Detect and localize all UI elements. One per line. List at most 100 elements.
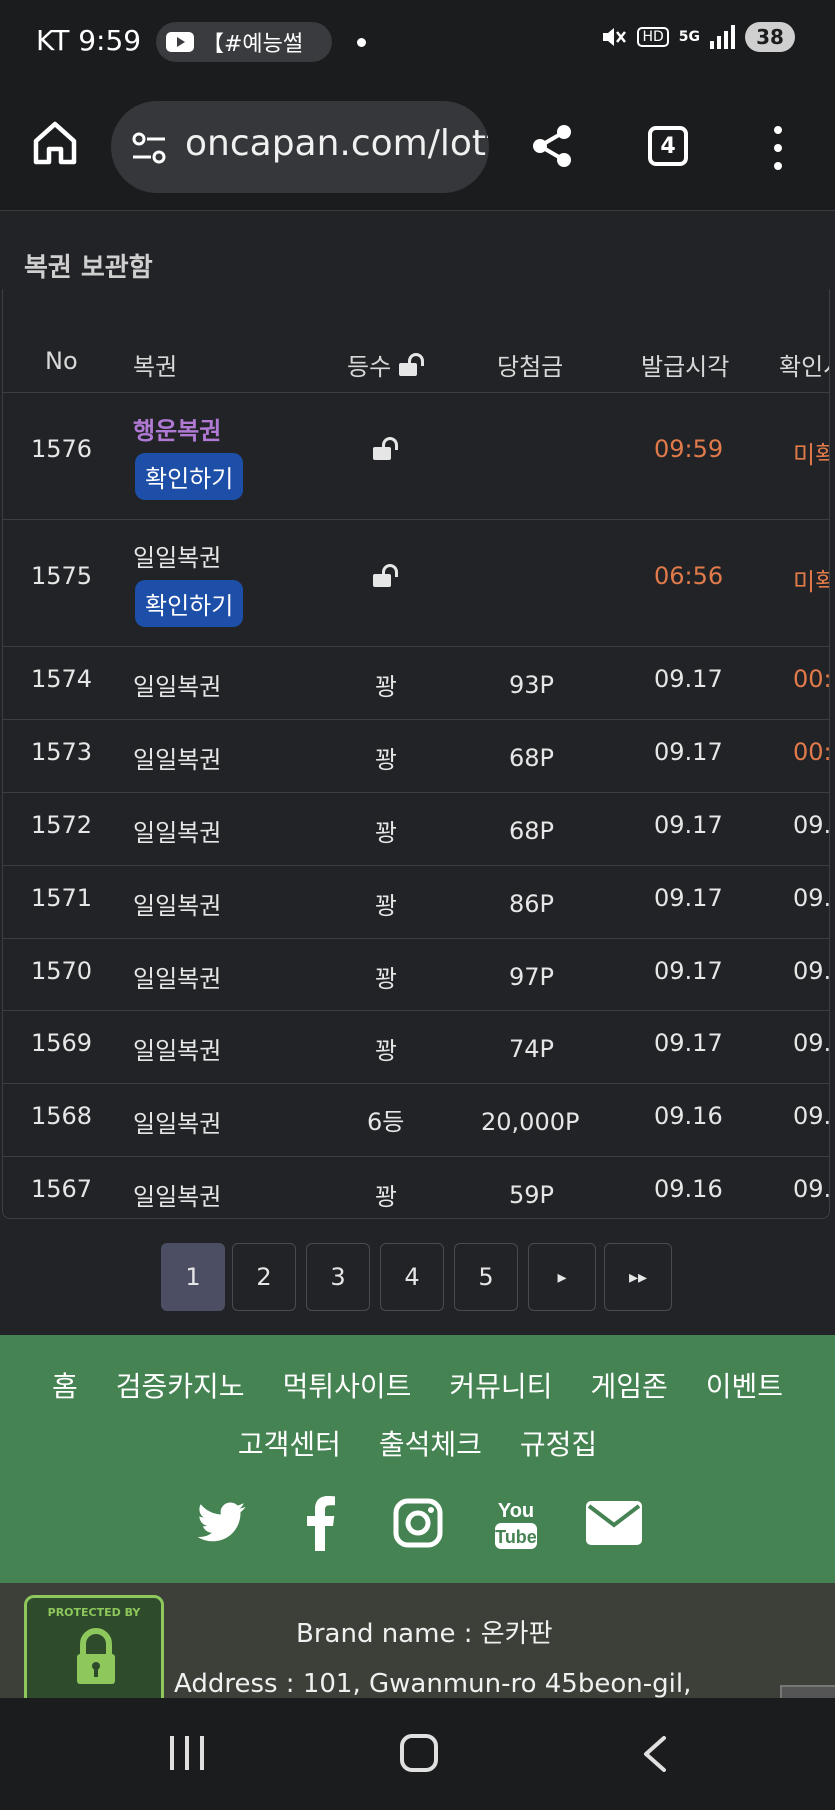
row-checked: 09.1 xyxy=(793,1029,829,1057)
notification-text: 【#예능썰 xyxy=(202,32,304,57)
instagram-icon[interactable] xyxy=(390,1495,446,1551)
check-button[interactable]: 확인하기 xyxy=(135,453,244,500)
row-prize: 93P xyxy=(509,671,555,699)
table-row: 1569 일일복권 꽝 74P 09.17 09.1 xyxy=(3,1011,829,1084)
header-rank[interactable]: 등수 xyxy=(347,347,424,382)
row-rank-lock xyxy=(373,564,398,592)
svg-text:Tube: Tube xyxy=(495,1527,537,1547)
hd-voice-icon: HD xyxy=(637,27,669,47)
status-bar: KT 9:59 【#예능썰 HD 5G 38 xyxy=(0,0,835,86)
row-rank: 꽝 xyxy=(375,1037,398,1065)
recent-apps-icon[interactable] xyxy=(170,1736,204,1770)
mute-icon xyxy=(603,28,627,46)
pagination: 1 2 3 4 5 ▸ ▸▸ xyxy=(0,1243,835,1313)
page-5-button[interactable]: 5 xyxy=(454,1243,518,1311)
row-ticket: 일일복권 xyxy=(133,1183,222,1211)
more-menu-icon[interactable] xyxy=(772,126,784,170)
row-rank: 꽝 xyxy=(375,746,398,774)
address-bar[interactable]: oncapan.com/lott xyxy=(111,101,489,193)
row-prize: 86P xyxy=(509,890,555,918)
row-no: 1572 xyxy=(31,811,93,839)
last-page-button[interactable]: ▸▸ xyxy=(604,1243,672,1311)
header-issued: 발급시각 xyxy=(641,353,730,381)
company-info: PROTECTED BY Brand name : 온카판 Address : … xyxy=(0,1583,835,1698)
row-issued: 09.17 xyxy=(654,665,723,693)
page-2-button[interactable]: 2 xyxy=(232,1243,296,1311)
table-row: 1571 일일복권 꽝 86P 09.17 09.1 xyxy=(3,866,829,939)
row-prize: 59P xyxy=(509,1181,555,1209)
row-prize: 74P xyxy=(509,1035,555,1063)
row-ticket: 일일복권 xyxy=(133,544,222,572)
row-prize: 20,000P xyxy=(481,1108,580,1136)
row-checked: 09.1 xyxy=(793,1175,829,1203)
row-issued: 09.16 xyxy=(654,1102,723,1130)
back-icon[interactable] xyxy=(640,1736,670,1772)
table-row: 1575 일일복권 확인하기 06:56 미확 xyxy=(3,520,829,647)
footer-link-customer-center[interactable]: 고객센터 xyxy=(238,1423,341,1463)
row-ticket: 일일복권 xyxy=(133,819,222,847)
footer-link-verified-casino[interactable]: 검증카지노 xyxy=(116,1365,245,1405)
row-rank: 꽝 xyxy=(375,965,398,993)
footer-link-game-zone[interactable]: 게임존 xyxy=(590,1365,667,1405)
unlock-icon xyxy=(398,353,424,376)
notification-pill[interactable]: 【#예능썰 xyxy=(156,22,332,62)
site-settings-icon[interactable] xyxy=(131,131,167,165)
row-prize: 68P xyxy=(509,744,555,772)
header-prize: 당첨금 xyxy=(497,353,564,381)
row-issued: 09.17 xyxy=(654,957,723,985)
youtube-notification-icon xyxy=(166,32,194,52)
footer-nav-secondary: 고객센터 출석체크 규정집 xyxy=(0,1423,835,1463)
lottery-table: No 복권 등수 당첨금 발급시각 확인시 1576 행운복권 확인하기 09:… xyxy=(2,289,830,1219)
social-links: You Tube xyxy=(0,1495,835,1551)
notification-dot xyxy=(357,38,366,47)
padlock-icon xyxy=(77,1628,115,1684)
table-row: 1570 일일복권 꽝 97P 09.17 09.1 xyxy=(3,939,829,1011)
twitter-icon[interactable] xyxy=(194,1495,250,1551)
row-ticket: 행운복권 xyxy=(133,417,222,445)
mail-icon[interactable] xyxy=(585,1495,642,1551)
facebook-icon[interactable] xyxy=(292,1495,348,1551)
page-1-button[interactable]: 1 xyxy=(161,1243,225,1311)
row-checked: 09.1 xyxy=(793,811,829,839)
row-ticket: 일일복권 xyxy=(133,1110,222,1138)
page-title: 복권 보관함 xyxy=(24,253,153,283)
row-rank: 꽝 xyxy=(375,1183,398,1211)
company-address: Address : 101, Gwanmun-ro 45beon-gil, xyxy=(174,1669,692,1698)
row-ticket: 일일복권 xyxy=(133,746,222,774)
row-ticket: 일일복권 xyxy=(133,892,222,920)
row-issued: 09.17 xyxy=(654,811,723,839)
footer-link-scam-sites[interactable]: 먹튀사이트 xyxy=(283,1365,412,1405)
page-3-button[interactable]: 3 xyxy=(306,1243,370,1311)
row-ticket: 일일복권 xyxy=(133,1037,222,1065)
lottery-storage-panel: 복권 보관함 No 복권 등수 당첨금 발급시각 확인시 1576 행운복권 확… xyxy=(0,210,835,1335)
footer-link-community[interactable]: 커뮤니티 xyxy=(449,1365,552,1405)
row-checked: 미확 xyxy=(793,441,829,469)
row-no: 1575 xyxy=(31,562,93,590)
footer-nav-primary: 홈 검증카지노 먹튀사이트 커뮤니티 게임존 이벤트 xyxy=(0,1365,835,1405)
home-button-icon[interactable] xyxy=(400,1734,438,1772)
row-checked: 09.1 xyxy=(793,884,829,912)
signal-icon xyxy=(710,25,735,49)
youtube-icon[interactable]: You Tube xyxy=(488,1495,544,1551)
site-footer: 홈 검증카지노 먹튀사이트 커뮤니티 게임존 이벤트 고객센터 출석체크 규정집… xyxy=(0,1335,835,1583)
system-navigation-bar xyxy=(0,1698,835,1810)
row-prize: 97P xyxy=(509,963,555,991)
footer-link-home[interactable]: 홈 xyxy=(52,1365,78,1405)
share-icon[interactable] xyxy=(528,122,576,170)
check-button[interactable]: 확인하기 xyxy=(135,580,244,627)
row-issued: 06:56 xyxy=(654,562,724,590)
status-time: KT 9:59 xyxy=(36,24,142,57)
next-page-button[interactable]: ▸ xyxy=(528,1243,596,1311)
footer-link-rules[interactable]: 규정집 xyxy=(520,1423,597,1463)
row-no: 1571 xyxy=(31,884,93,912)
row-rank: 6등 xyxy=(367,1108,405,1136)
page-4-button[interactable]: 4 xyxy=(380,1243,444,1311)
home-icon[interactable] xyxy=(30,118,80,168)
table-row: 1576 행운복권 확인하기 09:59 미확 xyxy=(3,393,829,520)
floating-widget[interactable] xyxy=(780,1685,835,1698)
footer-link-events[interactable]: 이벤트 xyxy=(706,1365,783,1405)
battery-indicator: 38 xyxy=(745,22,795,52)
footer-link-attendance[interactable]: 출석체크 xyxy=(379,1423,482,1463)
tab-switcher-button[interactable]: 4 xyxy=(648,126,688,166)
row-issued: 09.17 xyxy=(654,1029,723,1057)
